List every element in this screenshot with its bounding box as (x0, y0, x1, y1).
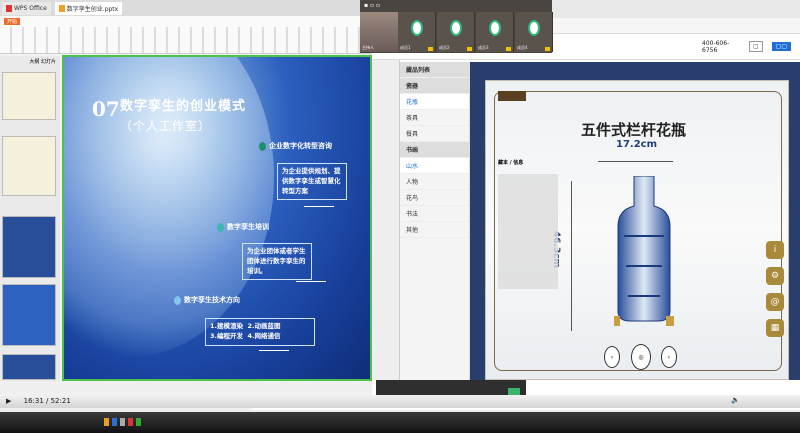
volume-icon[interactable]: 🔈 (731, 396, 740, 404)
ribbon-tab-start[interactable]: 开始 (4, 18, 21, 25)
ribbon-toolbar: 开始 (0, 16, 372, 54)
slide-thumbnail[interactable] (2, 354, 56, 380)
mic-icon (545, 47, 550, 51)
dot-icon (259, 141, 266, 151)
mic-icon (467, 47, 472, 51)
divider (259, 350, 289, 351)
sidebar-item[interactable]: 书画 (400, 142, 469, 158)
sidebar-item[interactable]: 其他 (400, 222, 469, 238)
ppt-icon (58, 4, 65, 12)
width-line (598, 161, 673, 162)
divider (296, 281, 326, 282)
browser-window: 400-606-6756 ▢ ▢▢ 藏品列表 瓷器 花瓶 茶具 餐具 书画 山水 人物 花鸟 书法… (372, 0, 800, 395)
login-button[interactable]: ▢ (748, 41, 763, 52)
slide-thumbnail[interactable] (2, 72, 56, 120)
participant-tile[interactable]: 成员1 (398, 12, 436, 52)
tab-presentation[interactable]: 数字孪生创业.pptx (54, 1, 123, 15)
share-button[interactable]: @ (766, 293, 784, 311)
status-bar (0, 381, 372, 395)
settings-button[interactable]: ⚙ (766, 267, 784, 285)
slide-thumbnail-current[interactable] (2, 284, 56, 346)
avatar-icon (528, 20, 540, 36)
ribbon-buttons[interactable] (0, 27, 372, 53)
slide-canvas[interactable]: 07 数字孪生的创业模式 （个人工作室） 企业数字化转型咨询 为企业提供规划、提… (62, 55, 372, 381)
vase-image (614, 176, 674, 326)
info-title: 藏本 / 信息 (498, 160, 524, 166)
dot-icon (217, 222, 224, 232)
sidebar-item[interactable]: 花鸟 (400, 190, 469, 206)
wps-icon (6, 4, 12, 12)
item-heading: 数字孪生技术方向 (174, 295, 240, 305)
avatar-icon (411, 20, 423, 36)
next-button[interactable]: › (661, 346, 677, 368)
sidebar-item[interactable]: 书法 (400, 206, 469, 222)
left-toolbar[interactable] (372, 60, 400, 380)
play-icon[interactable]: ▶ (6, 397, 11, 405)
info-button[interactable]: i (766, 241, 784, 259)
sidebar-item[interactable]: 餐具 (400, 126, 469, 142)
phone-number: 400-606-6756 (702, 39, 730, 54)
wps-presentation-window: WPS Office 数字孪生创业.pptx 开始 大纲 幻灯片 07 数字孪生… (0, 0, 372, 395)
slide-thumbnail[interactable] (2, 216, 56, 278)
sidebar-item[interactable]: 茶具 (400, 110, 469, 126)
outline-tab[interactable]: 大纲 (29, 59, 39, 65)
video-tile-camera[interactable]: 主持人 (360, 12, 398, 52)
item-body: 为企业团体或者学生团体进行数字孪生的培训。 (242, 243, 312, 281)
item-body: 1.建模渲染 2.动画蓝图 3.编程开发 4.网络通信 (205, 318, 315, 346)
participant-tile[interactable]: 成员3 (476, 12, 514, 52)
item-heading: 数字孪生培训 (217, 222, 269, 232)
participant-tile[interactable]: 成员2 (437, 12, 475, 52)
mic-icon (506, 47, 511, 51)
collection-sidebar: 藏品列表 瓷器 花瓶 茶具 餐具 书画 山水 人物 花鸟 书法 其他 (400, 62, 470, 380)
slide-thumbnail[interactable] (2, 136, 56, 196)
sidebar-item[interactable]: 花瓶 (400, 94, 469, 110)
avatar-icon (489, 20, 501, 36)
slide-number: 07 (92, 97, 120, 121)
slide-thumbnails-panel: 大纲 幻灯片 (0, 56, 60, 381)
participant-tile[interactable]: 成员4 (515, 12, 553, 52)
sidebar-item[interactable]: 藏品列表 (400, 62, 469, 78)
meeting-controls[interactable]: ▪ ▫ ▫ (364, 2, 380, 9)
vase-name: 五件式栏杆花瓶 (581, 121, 687, 139)
slide-subtitle: （个人工作室） (120, 119, 212, 133)
item-body: 为企业提供规划、提供数字孪生或智慧化转型方案 (277, 163, 347, 201)
slides-tab[interactable]: 幻灯片 (41, 59, 56, 65)
tab-wps-home[interactable]: WPS Office (2, 1, 51, 15)
item-heading: 企业数字化转型咨询 (259, 141, 332, 151)
divider (304, 206, 334, 207)
vase-display-card: 五件式栏杆花瓶 17.2cm 46.3cm 藏本 / 信息 i ⚙ @ ▦ ‹ … (485, 80, 789, 380)
register-button[interactable]: ▢▢ (771, 42, 791, 51)
playback-time: 16:31 / 52:21 (23, 397, 71, 405)
taskbar (0, 410, 800, 433)
vase-width: 17.2cm (616, 139, 658, 150)
tab-bar: WPS Office 数字孪生创业.pptx (0, 0, 372, 16)
height-line (571, 181, 572, 331)
vase-info-panel (498, 174, 558, 289)
mic-icon (428, 47, 433, 51)
slide-title: 数字孪生的创业模式 (120, 99, 247, 114)
dot-icon (174, 295, 181, 305)
sidebar-item[interactable]: 瓷器 (400, 78, 469, 94)
prev-button[interactable]: ‹ (604, 346, 620, 368)
meeting-overlay: ▪ ▫ ▫ 主持人 成员1 成员2 成员3 成员4 (360, 0, 553, 53)
sidebar-item[interactable]: 山水 (400, 158, 469, 174)
home-button[interactable]: ◎ (631, 344, 651, 370)
taskbar-apps[interactable] (104, 418, 141, 426)
logo (498, 91, 526, 101)
sidebar-item[interactable]: 人物 (400, 174, 469, 190)
qr-button[interactable]: ▦ (766, 319, 784, 337)
avatar-icon (450, 20, 462, 36)
